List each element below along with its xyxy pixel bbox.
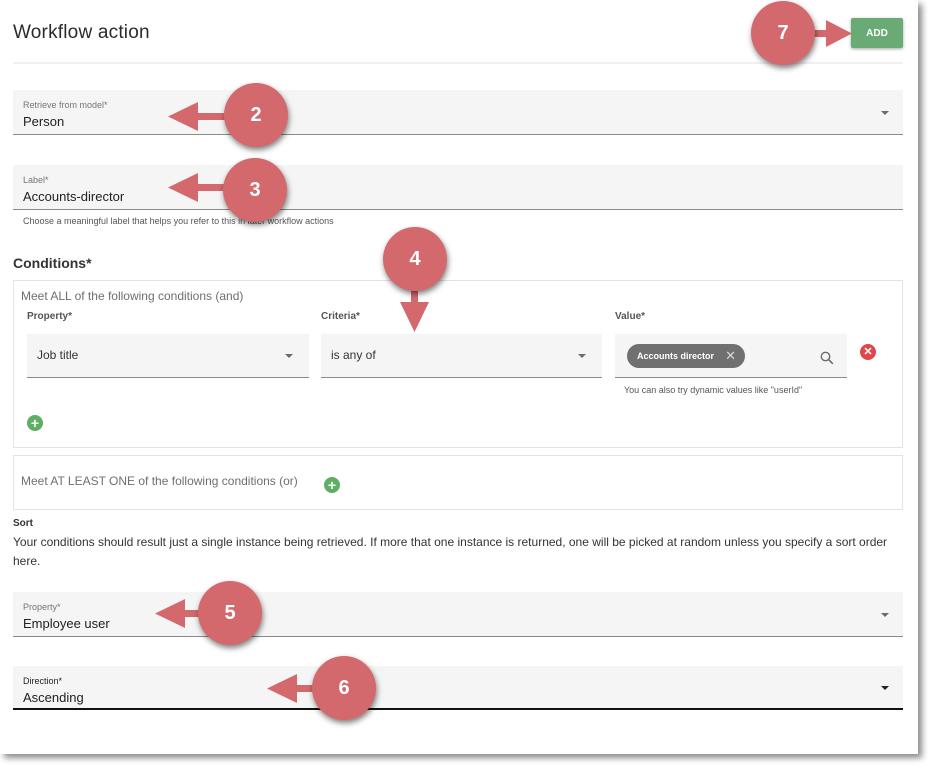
workflow-action-panel: Workflow action ADD Retrieve from model*…	[0, 0, 918, 754]
callout-6: 6	[312, 656, 376, 720]
annotation-arrows	[155, 20, 852, 703]
callout-4: 4	[383, 227, 447, 291]
callout-3: 3	[223, 158, 287, 222]
callout-7: 7	[751, 1, 815, 65]
callout-5: 5	[198, 581, 262, 645]
callout-2: 2	[224, 83, 288, 147]
